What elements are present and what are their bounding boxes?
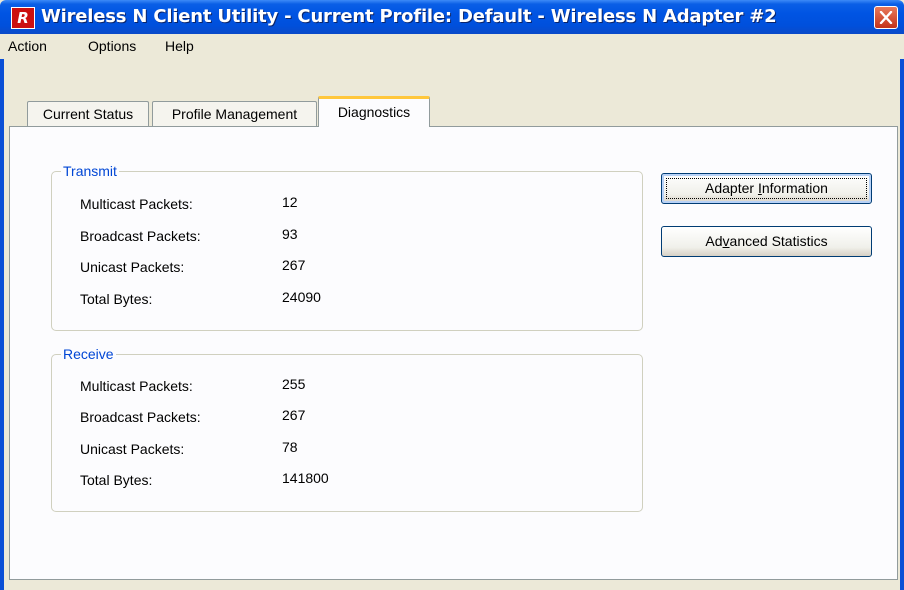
window-border-right xyxy=(900,34,904,590)
advanced-statistics-label-start: Ad xyxy=(705,233,723,249)
title-bar[interactable]: R Wireless N Client Utility - Current Pr… xyxy=(0,0,904,34)
transmit-unicast-value: 267 xyxy=(282,257,306,273)
close-button[interactable] xyxy=(874,6,898,29)
adapter-information-label-start: Adapter xyxy=(705,180,758,196)
receive-multicast-value: 255 xyxy=(282,376,306,392)
tab-diagnostics[interactable]: Diagnostics xyxy=(318,96,430,127)
diagnostics-panel: Transmit Multicast Packets: 12 Broadcast… xyxy=(9,126,898,580)
receive-group-title: Receive xyxy=(61,345,116,363)
adapter-information-mnemonic: I xyxy=(757,180,762,196)
advanced-statistics-button[interactable]: Advanced Statistics xyxy=(661,226,872,257)
advanced-statistics-label-end: anced Statistics xyxy=(729,233,828,249)
app-logo-icon: R xyxy=(11,7,35,29)
receive-multicast-label: Multicast Packets: xyxy=(80,378,193,394)
receive-broadcast-value: 267 xyxy=(282,407,306,423)
close-icon xyxy=(879,11,893,24)
tab-current-status[interactable]: Current Status xyxy=(27,101,149,126)
menu-action[interactable]: Action xyxy=(8,38,47,54)
receive-unicast-value: 78 xyxy=(282,439,298,455)
adapter-information-button[interactable]: Adapter Information xyxy=(661,173,872,204)
transmit-broadcast-label: Broadcast Packets: xyxy=(80,228,201,244)
transmit-multicast-label: Multicast Packets: xyxy=(80,196,193,212)
transmit-total-bytes-value: 24090 xyxy=(282,289,321,305)
menu-options[interactable]: Options xyxy=(88,38,136,54)
transmit-total-bytes-label: Total Bytes: xyxy=(80,291,153,307)
tab-profile-management[interactable]: Profile Management xyxy=(152,101,317,126)
menu-help[interactable]: Help xyxy=(165,38,194,54)
window-border-left xyxy=(0,34,4,590)
receive-total-bytes-value: 141800 xyxy=(282,470,329,486)
adapter-information-label-end: nformation xyxy=(761,180,828,196)
receive-unicast-label: Unicast Packets: xyxy=(80,441,185,457)
transmit-multicast-value: 12 xyxy=(282,194,298,210)
window-title: Wireless N Client Utility - Current Prof… xyxy=(41,6,777,27)
receive-total-bytes-label: Total Bytes: xyxy=(80,472,153,488)
advanced-statistics-mnemonic: v xyxy=(722,233,730,249)
transmit-group-title: Transmit xyxy=(61,162,119,180)
transmit-unicast-label: Unicast Packets: xyxy=(80,259,185,275)
menu-bar: Action Options Help xyxy=(0,34,904,59)
transmit-broadcast-value: 93 xyxy=(282,226,298,242)
receive-broadcast-label: Broadcast Packets: xyxy=(80,409,201,425)
